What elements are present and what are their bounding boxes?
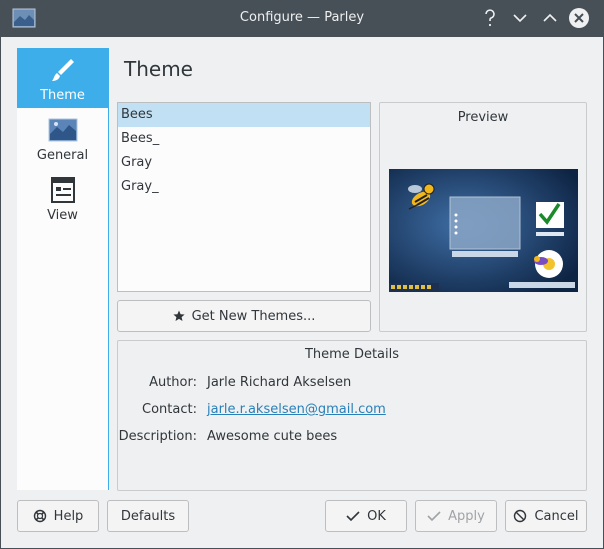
list-item[interactable]: Gray — [118, 151, 370, 175]
list-item[interactable]: Bees — [118, 103, 370, 127]
cancel-button[interactable]: Cancel — [505, 500, 587, 532]
general-icon — [48, 118, 78, 142]
star-icon — [172, 310, 185, 321]
apply-button[interactable]: Apply — [415, 500, 497, 532]
theme-details-group: Theme Details Author: Jarle Richard Akse… — [117, 340, 587, 491]
ok-label: OK — [367, 508, 386, 524]
preview-title: Preview — [457, 110, 509, 125]
theme-preview-image — [389, 169, 578, 292]
apply-label: Apply — [448, 508, 485, 524]
minimize-icon[interactable] — [508, 6, 532, 30]
theme-list[interactable]: Bees Bees_ Gray Gray_ — [117, 102, 371, 292]
checkmark-icon — [346, 511, 360, 522]
sidebar-item-label: View — [47, 208, 78, 223]
help-label: Help — [53, 508, 84, 524]
view-icon — [51, 177, 75, 203]
defaults-button[interactable]: Defaults — [107, 500, 189, 532]
cancel-icon — [514, 509, 527, 523]
preview-group: Preview — [379, 102, 587, 332]
description-label: Description: — [118, 429, 197, 444]
close-icon[interactable] — [567, 6, 591, 30]
cancel-label: Cancel — [534, 508, 579, 524]
get-new-themes-label: Get New Themes... — [191, 308, 316, 324]
help-icon[interactable] — [478, 6, 502, 30]
defaults-label: Defaults — [120, 508, 176, 524]
sidebar-item-label: General — [36, 148, 89, 163]
contact-email-link[interactable]: jarle.r.akselsen@gmail.com — [207, 402, 386, 417]
list-item[interactable]: Bees_ — [118, 127, 370, 151]
maximize-icon[interactable] — [538, 6, 562, 30]
list-item[interactable]: Gray_ — [118, 175, 370, 199]
get-new-themes-button[interactable]: Get New Themes... — [117, 300, 371, 332]
brush-icon — [52, 59, 74, 81]
help-button[interactable]: Help — [17, 500, 99, 532]
sidebar-item-general[interactable]: General — [17, 108, 108, 168]
page-title: Theme — [124, 57, 193, 81]
checkmark-icon — [427, 511, 441, 522]
author-value: Jarle Richard Akselsen — [207, 375, 352, 390]
theme-details-title: Theme Details — [304, 347, 400, 362]
description-value: Awesome cute bees — [207, 429, 338, 444]
sidebar-item-view[interactable]: View — [17, 168, 108, 228]
contact-label: Contact: — [142, 402, 197, 417]
title-bar[interactable]: Configure — Parley — [0, 0, 604, 37]
sidebar-item-theme[interactable]: Theme — [17, 48, 108, 108]
lifebuoy-icon — [33, 509, 46, 523]
author-label: Author: — [149, 375, 197, 390]
sidebar: Theme General View — [17, 48, 109, 490]
sidebar-item-label: Theme — [40, 88, 85, 103]
ok-button[interactable]: OK — [325, 500, 407, 532]
